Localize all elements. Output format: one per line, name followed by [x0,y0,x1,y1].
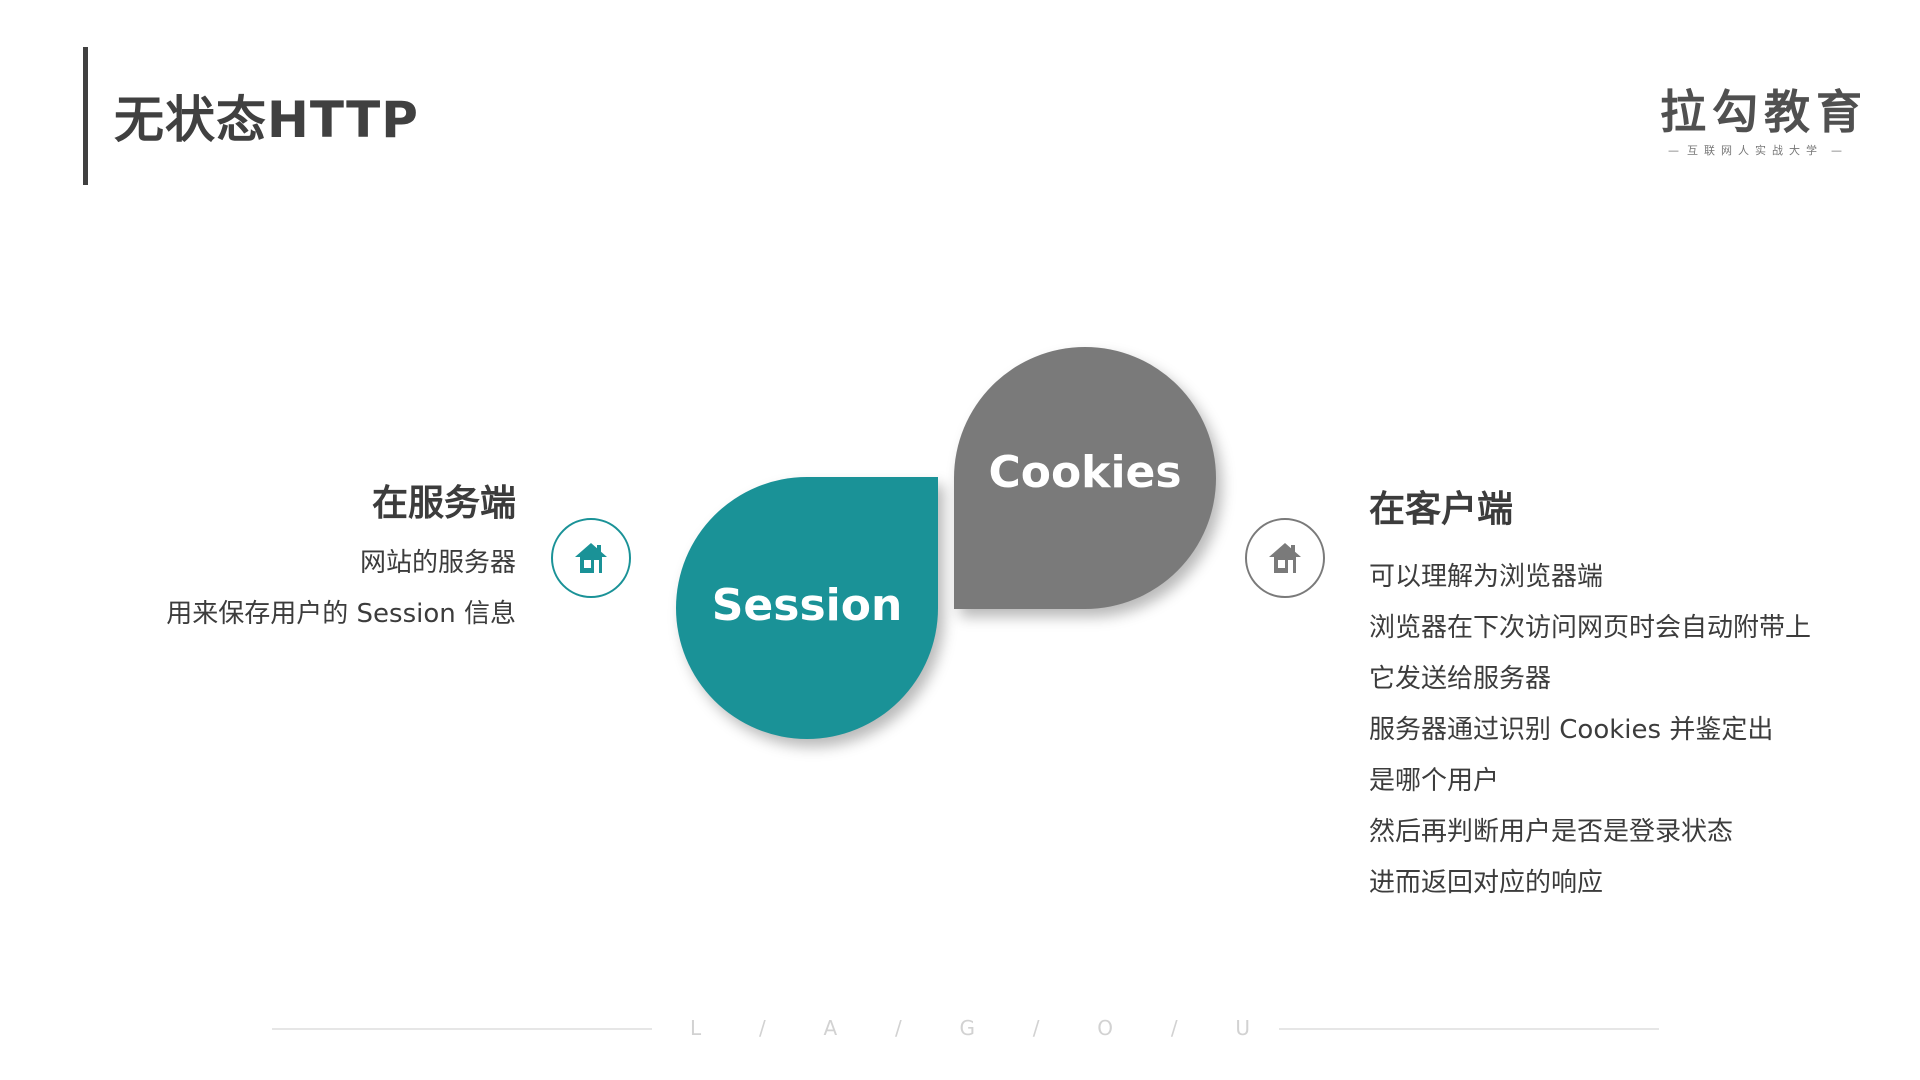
footer-separator: / [894,1016,902,1040]
footer-wordmark: L / A / G / O / U [690,1016,1250,1040]
footer-letter: G [959,1016,975,1040]
footer-separator: / [758,1016,766,1040]
footer-letter: U [1235,1016,1250,1040]
client-side-line: 可以理解为浏览器端 [1369,562,1604,592]
server-side-line: 用来保存用户的 Session 信息 [166,599,516,629]
client-side-lines: 可以理解为浏览器端 浏览器在下次访问网页时会自动附带上 它发送给服务器 服务器通… [1369,552,1811,909]
client-side-line: 然后再判断用户是否是登录状态 [1369,817,1734,847]
slide: 无状态HTTP 拉勾教育 — 互联网人实战大学 — 在服务端 网站的服务器 用来保存… [0,0,1920,1080]
page-title: 无状态HTTP [114,91,419,149]
title-accent-bar [83,47,88,185]
server-home-icon-circle [551,518,631,598]
footer-separator: / [1170,1016,1178,1040]
client-side-line: 浏览器在下次访问网页时会自动附带上 [1369,613,1812,643]
footer-letter: A [823,1016,838,1040]
logo-tagline: 互联网人实战大学 [1687,144,1823,157]
logo-name: 拉勾教育 [1660,85,1868,139]
server-side-heading: 在服务端 [371,483,516,524]
server-side-lines: 网站的服务器 用来保存用户的 Session 信息 [166,538,516,640]
home-icon [1269,543,1301,573]
footer-separator: / [1032,1016,1040,1040]
client-side-line: 是哪个用户 [1369,766,1500,796]
client-side-block: 在客户端 可以理解为浏览器端 浏览器在下次访问网页时会自动附带上 它发送给服务器… [1369,486,1811,909]
client-side-line: 服务器通过识别 Cookies 并鉴定出 [1369,715,1774,745]
cookies-petal: Cookies [954,347,1216,609]
cookies-label: Cookies [988,447,1182,498]
logo-tagline-row: — 互联网人实战大学 — [1660,142,1850,158]
footer-letter: O [1097,1016,1114,1040]
server-side-block: 在服务端 网站的服务器 用来保存用户的 Session 信息 [166,480,516,640]
client-side-line: 进而返回对应的响应 [1369,868,1604,898]
footer-letter: L [690,1016,702,1040]
client-side-heading: 在客户端 [1369,489,1514,530]
brand-logo: 拉勾教育 — 互联网人实战大学 — [1660,85,1868,158]
server-side-line: 网站的服务器 [359,548,516,578]
client-side-line: 它发送给服务器 [1369,664,1552,694]
footer-divider-left [272,1028,652,1030]
home-icon [575,543,607,573]
logo-dash-left: — [1668,144,1679,157]
footer-divider-right [1279,1028,1659,1030]
client-home-icon-circle [1245,518,1325,598]
logo-dash-right: — [1831,144,1842,157]
session-label: Session [711,579,903,631]
session-petal: Session [676,477,938,739]
